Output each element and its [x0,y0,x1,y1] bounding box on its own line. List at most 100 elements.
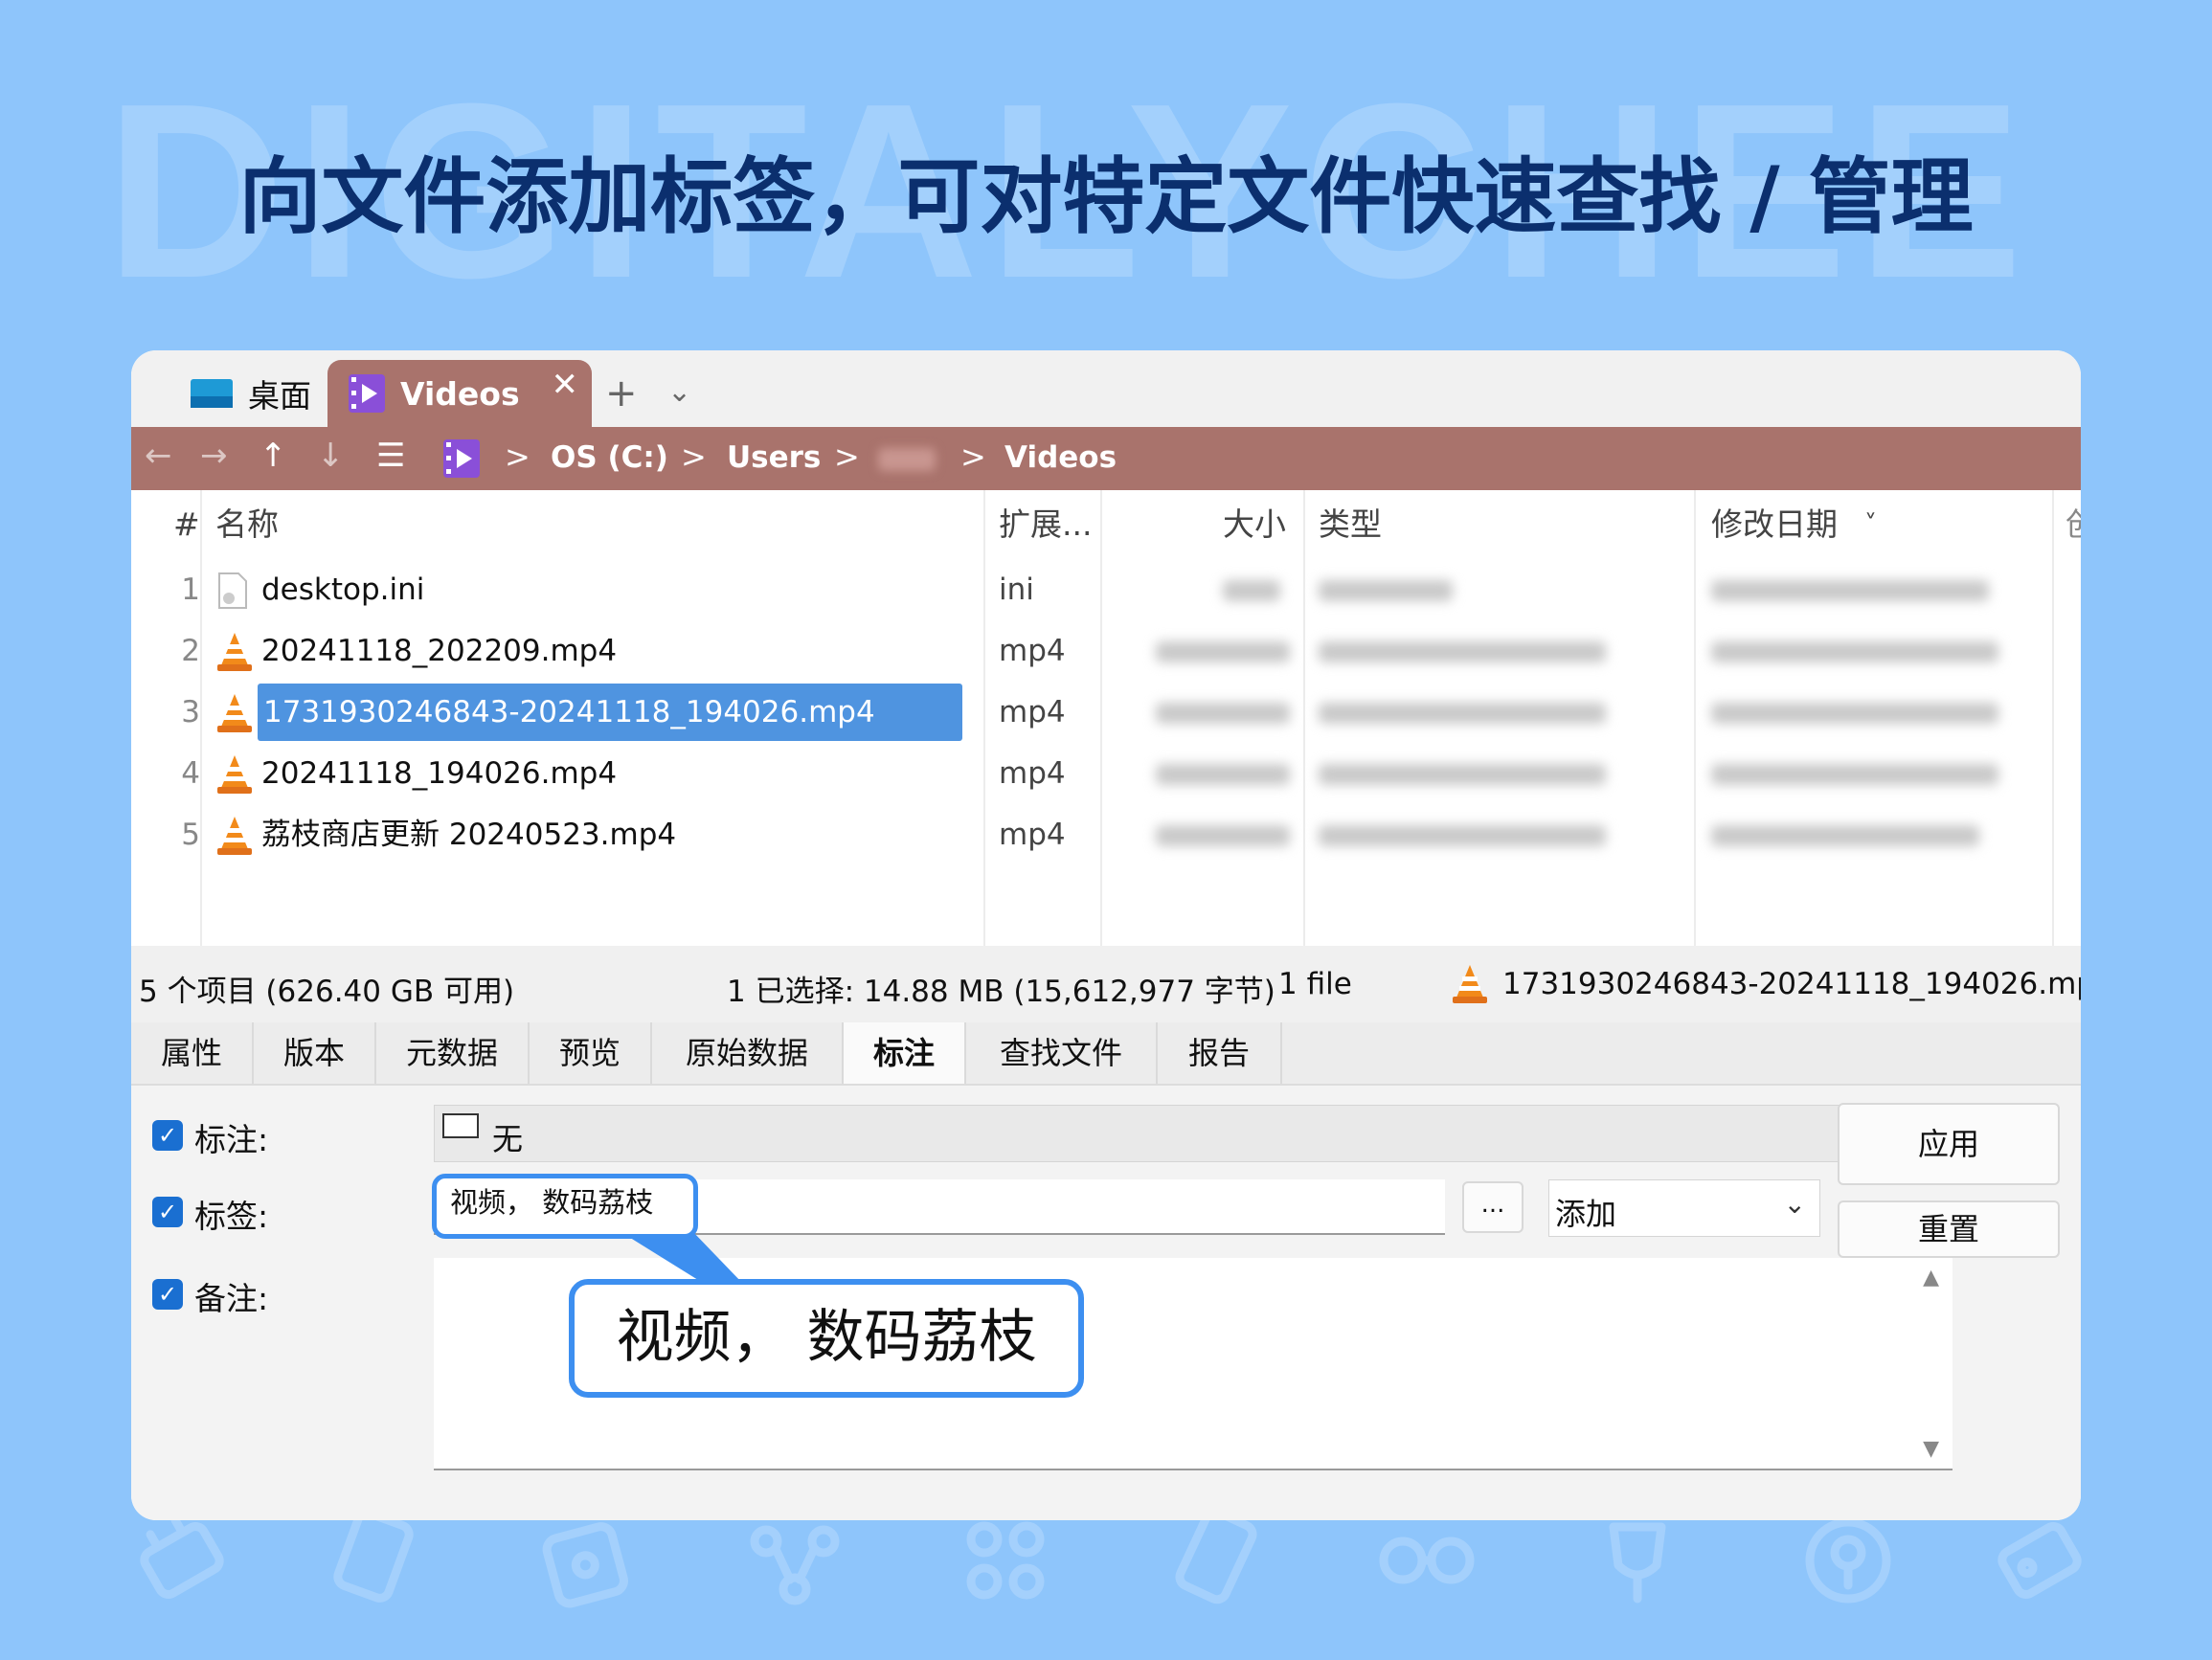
table-row[interactable]: 4 20241118_194026.mp4 mp4 [131,743,2081,804]
file-name: desktop.ini [261,572,425,607]
breadcrumb-separator-icon: > [960,438,986,475]
down-arrow-icon[interactable]: ↓ [317,437,345,475]
file-extension: mp4 [999,818,1066,852]
row-number: 1 [181,572,200,607]
tab-desktop-label: 桌面 [248,377,311,415]
plug-icon [140,1515,224,1599]
tab-bar: 桌面 Videos ✕ + ⌄ [131,350,2081,427]
vlc-icon [217,817,252,855]
lock-icon [542,1522,628,1608]
tab-raw-data[interactable]: 原始数据 [652,1022,844,1084]
table-row[interactable]: 2 20241118_202209.mp4 mp4 [131,620,2081,682]
file-date-redacted [1711,580,1989,601]
desktop-icon [191,379,233,408]
status-item-count: 5 个项目 (626.40 GB 可用) [139,975,515,1009]
file-size-redacted [1156,703,1290,724]
new-tab-button[interactable]: + [605,371,638,415]
tags-zoom-callout: 视频， 数码荔枝 [569,1279,1084,1398]
videos-location-icon [443,439,480,478]
status-file-count: 1 file [1278,967,1352,1001]
tag-icon [1998,1522,2082,1599]
breadcrumb-users[interactable]: Users [727,440,821,475]
file-extension: mp4 [999,634,1066,668]
vlc-icon [217,755,252,794]
tab-videos-label: Videos [400,374,520,413]
ini-file-icon [218,572,247,609]
tab-menu-chevron-icon[interactable]: ⌄ [667,375,691,409]
back-arrow-icon[interactable]: ← [145,437,172,475]
vlc-icon [217,694,252,732]
up-arrow-icon[interactable]: ↑ [260,437,287,475]
hamburger-menu-icon[interactable]: ☰ [376,437,405,475]
table-row[interactable]: 5 荔枝商店更新 20240523.mp4 mp4 [131,804,2081,865]
key-icon [1805,1517,1891,1604]
row-number: 5 [181,818,200,852]
column-header-size[interactable]: 大小 [1223,490,1286,559]
file-date-redacted [1711,764,1998,785]
file-name: 20241118_202209.mp4 [261,634,618,668]
chevron-down-icon: ⌄ [1783,1188,1806,1220]
file-name: 20241118_194026.mp4 [261,756,618,791]
file-extension: mp4 [999,695,1066,729]
breadcrumb-username-redacted[interactable] [878,448,936,471]
add-mode-select[interactable]: 添加 ⌄ [1548,1179,1820,1237]
file-type-redacted [1319,580,1453,601]
sort-chevron-icon: ˅ [1864,510,1877,539]
tab-preview[interactable]: 预览 [530,1022,652,1084]
sdcard-icon [333,1509,414,1603]
breadcrumb-drive[interactable]: OS (C:) [551,440,668,475]
panel-tab-bar: 属性 版本 元数据 预览 原始数据 标注 查找文件 报告 [131,1022,2081,1086]
scroll-up-icon[interactable]: ▲ [1923,1266,1939,1290]
tab-metadata[interactable]: 元数据 [376,1022,530,1084]
file-size-redacted [1156,641,1290,662]
file-manager-window: 桌面 Videos ✕ + ⌄ ← → ↑ ↓ ☰ > OS (C:) > Us… [131,350,2081,1520]
decorative-icons-row [140,1507,2082,1608]
file-date-redacted [1711,703,1998,724]
file-list: # 名称 扩展... 大小 类型 修改日期 ˅ 创 1 desktop.ini … [131,490,2081,946]
reset-button[interactable]: 重置 [1838,1200,2060,1258]
tab-report[interactable]: 报告 [1158,1022,1282,1084]
file-type-redacted [1319,825,1606,846]
table-row-selected[interactable]: 3 1731930246843-20241118_194026.mp4 mp4 [131,682,2081,743]
column-header-truncated[interactable]: 创 [2065,490,2081,559]
trophy-icon [1609,1522,1666,1604]
row-number: 2 [181,634,200,668]
row-number: 3 [181,695,200,729]
file-type-redacted [1319,764,1606,785]
column-header-extension[interactable]: 扩展... [999,490,1092,559]
column-header-name[interactable]: 名称 [215,490,279,559]
file-date-redacted [1711,825,1979,846]
tab-find-files[interactable]: 查找文件 [966,1022,1158,1084]
tags-highlight-callout: 视频， 数码荔枝 [432,1174,698,1239]
column-header-modified[interactable]: 修改日期 [1711,490,1838,559]
tab-videos[interactable]: Videos ✕ [327,360,592,427]
column-header-type[interactable]: 类型 [1319,490,1382,559]
navigation-bar: ← → ↑ ↓ ☰ > OS (C:) > Users > > Videos [131,427,2081,490]
file-date-redacted [1711,641,1998,662]
apply-button[interactable]: 应用 [1838,1103,2060,1185]
forward-arrow-icon[interactable]: → [200,437,228,475]
tab-versions[interactable]: 版本 [254,1022,376,1084]
close-tab-icon[interactable]: ✕ [552,366,579,404]
tab-label[interactable]: 标注 [844,1022,966,1084]
command-icon [966,1521,1045,1600]
file-name: 1731930246843-20241118_194026.mp4 [258,684,962,741]
file-extension: mp4 [999,756,1066,791]
table-row[interactable]: 1 desktop.ini ini [131,559,2081,620]
add-mode-value: 添加 [1555,1196,1617,1232]
videos-folder-icon [349,374,385,413]
breadcrumb-videos[interactable]: Videos [1004,440,1117,475]
column-header-number[interactable]: # [173,490,200,559]
phone-icon [1175,1507,1257,1604]
label-panel: ✓ 标注: 无 ⌄ 应用 ✓ 标签: ... 添加 ⌄ 重置 ✓ 备注: ▲ ▼… [131,1086,2081,1520]
status-selected-file: 1731930246843-20241118_194026.mp4 [1502,967,2081,1001]
file-size-redacted [1156,825,1290,846]
file-extension: ini [999,572,1034,607]
vlc-icon [1453,965,1487,1003]
file-type-redacted [1319,703,1606,724]
page-headline: 向文件添加标签，可对特定文件快速查找 / 管理 [238,149,1974,245]
tab-properties[interactable]: 属性 [131,1022,254,1084]
vlc-icon [217,633,252,671]
browse-tags-button[interactable]: ... [1462,1181,1524,1233]
scroll-down-icon[interactable]: ▼ [1923,1437,1939,1461]
